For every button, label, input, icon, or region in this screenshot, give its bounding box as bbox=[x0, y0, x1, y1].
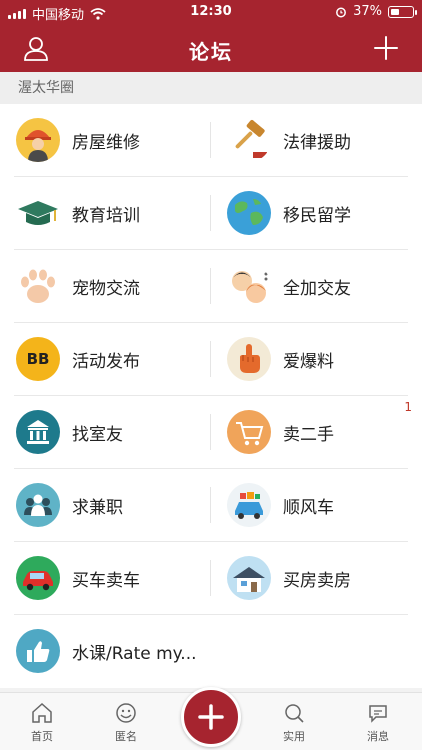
globe-icon bbox=[227, 191, 271, 235]
tab-label: 消息 bbox=[367, 730, 389, 743]
forum-item-ride-share[interactable]: 顺风车 bbox=[227, 469, 422, 541]
graduation-cap-icon bbox=[16, 191, 60, 235]
forum-item-label: 爱爆料 bbox=[283, 351, 334, 372]
forum-item-tips[interactable]: 爱爆料 bbox=[227, 323, 422, 395]
thumbs-up-icon bbox=[16, 629, 60, 673]
bb-icon: BB bbox=[16, 337, 60, 381]
status-bar: 中国移动 12:30 37% bbox=[0, 0, 422, 24]
car-trip-icon bbox=[227, 483, 271, 527]
forum-item-buy-sell-car[interactable]: 买车卖车 bbox=[16, 542, 216, 614]
bank-building-icon bbox=[16, 410, 60, 454]
forum-item-label: 水课/Rate my... bbox=[72, 643, 197, 664]
tab-label: 实用 bbox=[283, 730, 305, 743]
home-icon bbox=[32, 702, 52, 723]
paw-icon bbox=[16, 264, 60, 308]
forum-item-rate-courses[interactable]: 水课/Rate my... bbox=[16, 615, 216, 687]
forum-item-friends[interactable]: 全加交友 bbox=[227, 250, 422, 322]
header: 中国移动 12:30 37% 论坛 bbox=[0, 0, 422, 72]
tab-practical[interactable]: 实用 bbox=[264, 701, 324, 744]
forum-item-label: 找室友 bbox=[72, 424, 123, 445]
battery-percent: 37% bbox=[353, 4, 382, 19]
forum-item-house-repair[interactable]: 房屋维修 bbox=[16, 104, 216, 176]
tab-home[interactable]: 首页 bbox=[12, 701, 72, 744]
search-icon bbox=[285, 704, 304, 723]
forum-row: 买车卖车 买房卖房 bbox=[0, 542, 422, 615]
red-car-icon bbox=[16, 556, 60, 600]
forum-item-label: 全加交友 bbox=[283, 278, 351, 299]
forum-item-label: 求兼职 bbox=[72, 497, 123, 518]
unread-badge: 1 bbox=[404, 400, 412, 414]
add-post-icon[interactable] bbox=[372, 34, 400, 62]
pointing-hand-icon bbox=[227, 337, 271, 381]
forum-item-pets[interactable]: 宠物交流 bbox=[16, 250, 216, 322]
alarm-icon bbox=[336, 7, 347, 17]
tab-label: 首页 bbox=[31, 730, 53, 743]
forum-item-label: 宠物交流 bbox=[72, 278, 140, 299]
tab-label: 匿名 bbox=[115, 730, 137, 743]
chat-bubble-icon bbox=[369, 705, 387, 723]
forum-row: 房屋维修 法律援助 bbox=[0, 104, 422, 177]
page-title: 论坛 bbox=[189, 40, 233, 64]
create-post-button[interactable] bbox=[181, 687, 241, 747]
repair-worker-icon bbox=[16, 118, 60, 162]
tab-messages[interactable]: 消息 bbox=[348, 701, 408, 744]
forum-row: BB 活动发布 爱爆料 bbox=[0, 323, 422, 396]
forum-item-label: 活动发布 bbox=[72, 351, 140, 372]
shopping-cart-icon bbox=[227, 410, 271, 454]
friends-icon bbox=[227, 264, 271, 308]
plus-icon bbox=[198, 704, 224, 730]
forum-item-buy-sell-house[interactable]: 买房卖房 bbox=[227, 542, 422, 614]
gavel-icon bbox=[227, 118, 271, 162]
forum-item-label: 房屋维修 bbox=[72, 132, 140, 153]
forum-item-legal-aid[interactable]: 法律援助 bbox=[227, 104, 422, 176]
forum-item-label: 买车卖车 bbox=[72, 570, 140, 591]
forum-row: 教育培训 移民留学 bbox=[0, 177, 422, 250]
forum-item-events[interactable]: BB 活动发布 bbox=[16, 323, 216, 395]
forum-row: 宠物交流 全加交友 bbox=[0, 250, 422, 323]
section-label: 渥太华圈 bbox=[0, 72, 422, 104]
forum-item-second-hand[interactable]: 卖二手 bbox=[227, 396, 422, 468]
forum-item-part-time[interactable]: 求兼职 bbox=[16, 469, 216, 541]
forum-item-label: 买房卖房 bbox=[283, 570, 351, 591]
people-group-icon bbox=[16, 483, 60, 527]
forum-item-immigration[interactable]: 移民留学 bbox=[227, 177, 422, 249]
forum-item-label: 卖二手 bbox=[283, 424, 334, 445]
forum-row: 水课/Rate my... bbox=[0, 615, 422, 688]
forum-item-label: 教育培训 bbox=[72, 205, 140, 226]
forum-item-education[interactable]: 教育培训 bbox=[16, 177, 216, 249]
mask-icon bbox=[116, 703, 136, 723]
house-icon bbox=[227, 556, 271, 600]
navigation-bar: 论坛 bbox=[0, 24, 422, 72]
forum-item-label: 法律援助 bbox=[283, 132, 351, 153]
forum-item-label: 移民留学 bbox=[283, 205, 351, 226]
forum-grid: 房屋维修 法律援助 教育培训 移民留学 宠物交流 全加交友 BB 活动发布 爱爆… bbox=[0, 104, 422, 688]
forum-item-roommate[interactable]: 找室友 bbox=[16, 396, 216, 468]
forum-row: 求兼职 顺风车 bbox=[0, 469, 422, 542]
battery-icon bbox=[388, 5, 417, 18]
forum-row: 找室友 卖二手 1 bbox=[0, 396, 422, 469]
forum-item-label: 顺风车 bbox=[283, 497, 334, 518]
tab-anonymous[interactable]: 匿名 bbox=[96, 701, 156, 744]
